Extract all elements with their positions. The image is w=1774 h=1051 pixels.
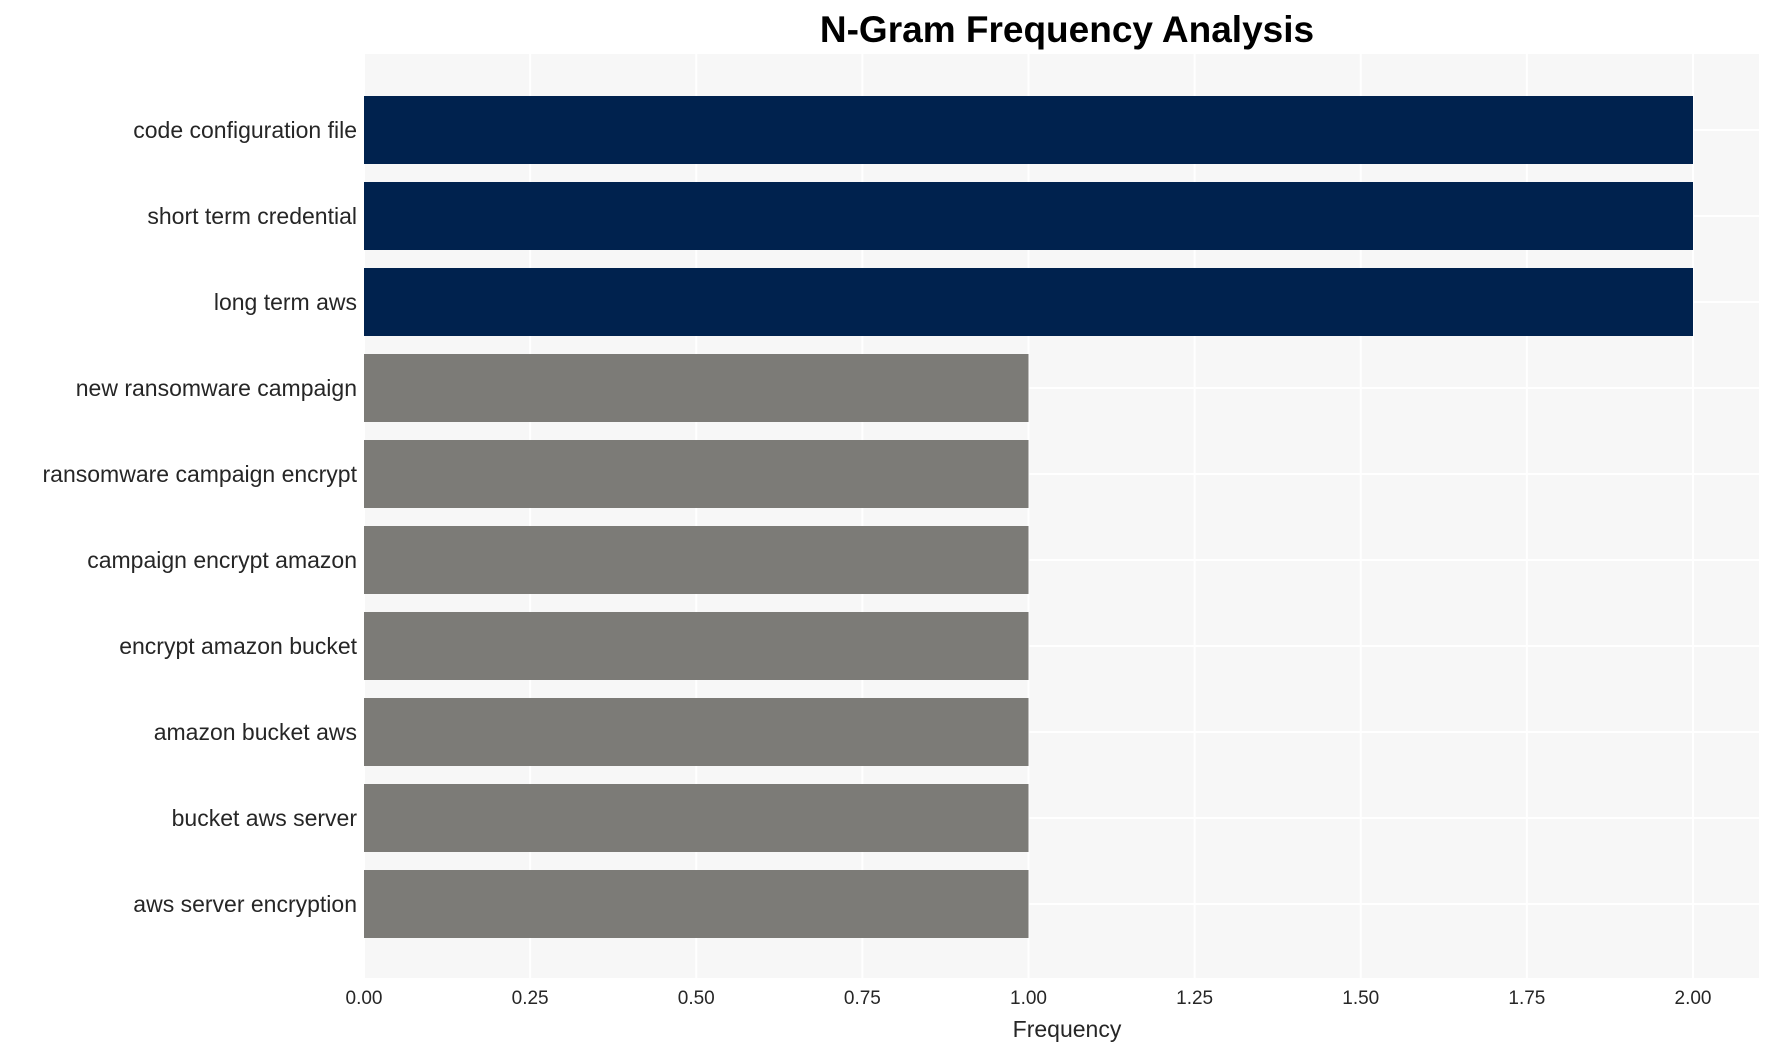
- y-tick-label: aws server encryption: [133, 891, 357, 917]
- y-tick-label: short term credential: [147, 203, 357, 229]
- y-tick-label: bucket aws server: [172, 805, 358, 831]
- x-tick-label: 1.75: [1508, 988, 1545, 1009]
- y-tick-label: ransomware campaign encrypt: [43, 461, 358, 487]
- bar-bucket-aws-server: [364, 784, 1029, 852]
- y-tick-label: encrypt amazon bucket: [119, 633, 357, 659]
- x-tick-label: 1.50: [1342, 988, 1379, 1009]
- y-tick-label: amazon bucket aws: [154, 719, 357, 745]
- ngram-chart: code configuration file short term creden…: [43, 9, 1759, 1042]
- bar-aws-server-encryption: [364, 870, 1029, 938]
- x-axis-label: Frequency: [1013, 1016, 1122, 1042]
- chart-title: N-Gram Frequency Analysis: [820, 9, 1314, 50]
- x-tick-label: 2.00: [1675, 988, 1712, 1009]
- x-tick-label: 1.25: [1176, 988, 1213, 1009]
- bar-encrypt-amazon-bucket: [364, 612, 1029, 680]
- x-tick-label: 1.00: [1010, 988, 1047, 1009]
- y-tick-label: code configuration file: [133, 117, 357, 143]
- x-tick-labels: 0.00 0.25 0.50 0.75 1.00 1.25 1.50 1.75 2.00: [346, 988, 1712, 1009]
- x-tick-label: 0.50: [678, 988, 715, 1009]
- bar-code-configuration-file: [364, 96, 1693, 164]
- bar-amazon-bucket-aws: [364, 698, 1029, 766]
- x-tick-label: 0.00: [346, 988, 383, 1009]
- bar-short-term-credential: [364, 182, 1693, 250]
- y-tick-labels: code configuration file short term creden…: [43, 117, 358, 917]
- y-tick-label: long term aws: [214, 289, 357, 315]
- x-tick-label: 0.75: [844, 988, 881, 1009]
- y-tick-label: new ransomware campaign: [76, 375, 357, 401]
- bar-ransomware-campaign-encrypt: [364, 440, 1029, 508]
- bar-new-ransomware-campaign: [364, 354, 1029, 422]
- x-tick-label: 0.25: [512, 988, 549, 1009]
- y-tick-label: campaign encrypt amazon: [87, 547, 357, 573]
- bar-campaign-encrypt-amazon: [364, 526, 1029, 594]
- bar-long-term-aws: [364, 268, 1693, 336]
